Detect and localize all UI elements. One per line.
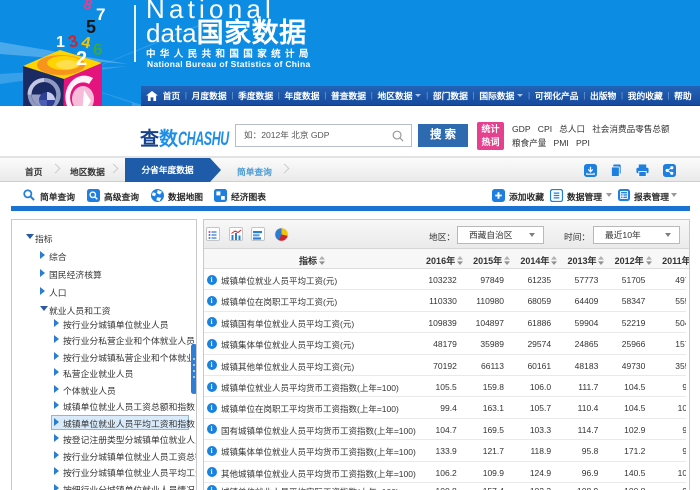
svg-text:7: 7 [96,5,105,24]
svg-text:8: 8 [81,0,94,14]
svg-text:6: 6 [93,40,102,59]
svg-text:1: 1 [56,34,65,51]
svg-text:2: 2 [76,48,87,70]
